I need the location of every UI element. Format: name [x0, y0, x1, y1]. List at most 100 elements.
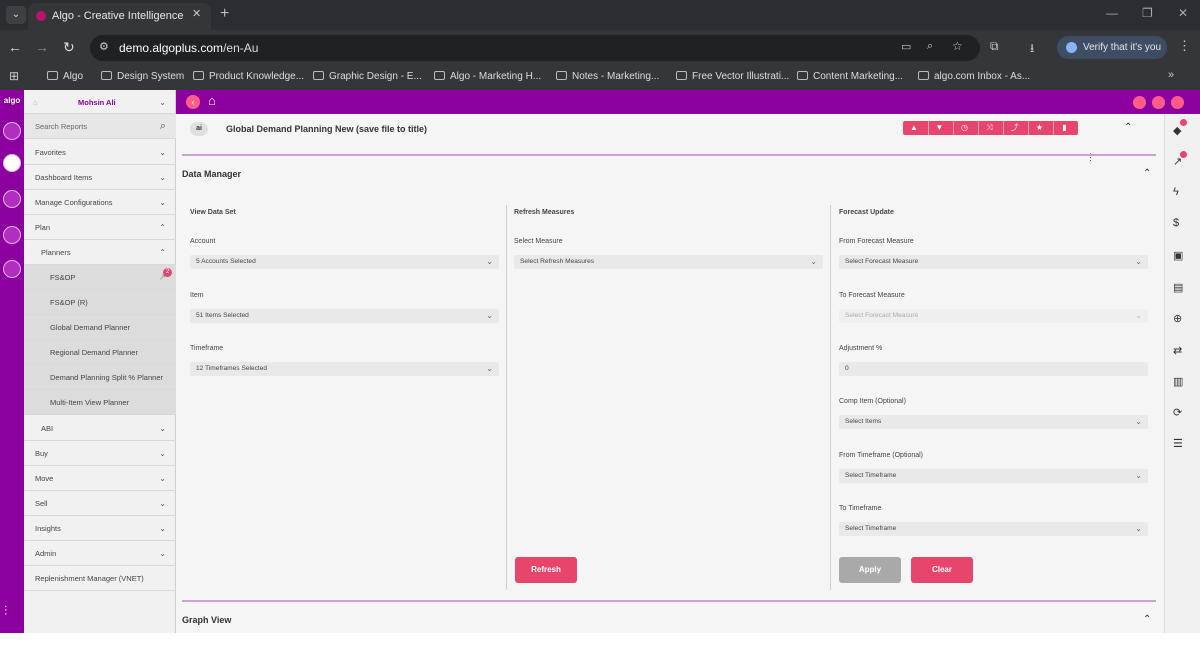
- transfer-icon[interactable]: ⇄: [1173, 344, 1182, 357]
- timeframe-select[interactable]: 12 Timeframes Selected ⌄: [190, 362, 499, 376]
- forecast-update-heading: Forecast Update: [839, 209, 894, 216]
- sidebar-item-manage-configurations[interactable]: Manage Configurations ⌄: [24, 190, 176, 215]
- browser-menu-icon[interactable]: ⋮: [1178, 38, 1191, 54]
- list-icon[interactable]: ☰: [1173, 437, 1183, 450]
- chat-icon[interactable]: [1171, 96, 1184, 109]
- sync-icon[interactable]: ⟳: [1173, 406, 1182, 419]
- star-icon[interactable]: ★: [1028, 121, 1050, 135]
- more-bookmarks-icon[interactable]: »: [1168, 69, 1174, 81]
- item-select[interactable]: 51 Items Selected ⌄: [190, 309, 499, 323]
- reload-icon[interactable]: ↻: [63, 39, 75, 56]
- restore-icon[interactable]: ❐: [1142, 6, 1153, 20]
- forward-icon[interactable]: →: [35, 39, 49, 55]
- bookmark-item[interactable]: Product Knowledge...: [193, 71, 304, 82]
- extensions-icon[interactable]: ⧉: [990, 39, 999, 54]
- bookmark-item[interactable]: Free Vector Illustrati...: [676, 71, 789, 82]
- sidebar-item-global-demand-planner[interactable]: Global Demand Planner: [24, 315, 176, 340]
- sidebar-item-replenishment-manager[interactable]: Replenishment Manager (VNET): [24, 566, 176, 591]
- sidebar-item-sell[interactable]: Sell ⌄: [24, 491, 176, 516]
- apps-grid-icon[interactable]: ⊞: [9, 69, 19, 83]
- sidebar-item-buy[interactable]: Buy ⌄: [24, 441, 176, 466]
- refresh-button[interactable]: Refresh: [515, 557, 577, 583]
- zoom-icon[interactable]: ⌕: [927, 40, 933, 53]
- thumbs-up-icon[interactable]: ▲: [903, 121, 925, 135]
- bookmark-star-icon[interactable]: ☆: [952, 39, 963, 53]
- algo-logo: algo: [3, 96, 21, 105]
- lightning-icon[interactable]: ϟ: [1173, 186, 1179, 198]
- sliders-icon[interactable]: ⫶: [4, 603, 7, 619]
- sidebar-item-insights[interactable]: Insights ⌄: [24, 516, 176, 541]
- refresh-measure-select[interactable]: Select Refresh Measures ⌄: [514, 255, 823, 269]
- save-icon[interactable]: ▣: [1173, 249, 1183, 262]
- thumbs-down-icon[interactable]: ▼: [928, 121, 950, 135]
- sidebar-item-favorites[interactable]: Favorites ⌄: [24, 140, 176, 165]
- sidebar-item-fsop-r[interactable]: FS&OP (R): [24, 290, 176, 315]
- document-icon[interactable]: ▤: [1173, 281, 1183, 294]
- sidebar-item-admin[interactable]: Admin ⌄: [24, 541, 176, 566]
- sidebar-item-plan[interactable]: Plan ⌃: [24, 215, 176, 240]
- to-forecast-measure-select[interactable]: Select Forecast Measure ⌄: [839, 309, 1148, 323]
- new-tab-icon[interactable]: +: [220, 5, 229, 23]
- from-timeframe-select[interactable]: Select Timeframe ⌄: [839, 469, 1148, 483]
- chevron-down-icon: ⌄: [486, 364, 493, 373]
- home-icon[interactable]: ⌂: [208, 93, 216, 108]
- bookmark-item[interactable]: Algo - Marketing H...: [434, 71, 541, 82]
- collapse-graph-view-icon[interactable]: ⌃: [1143, 614, 1151, 625]
- divider: [182, 154, 1156, 156]
- to-timeframe-select[interactable]: Select Timeframe ⌄: [839, 522, 1148, 536]
- sidebar-item-demand-split-planner[interactable]: Demand Planning Split % Planner: [24, 365, 176, 390]
- browser-tab[interactable]: Algo - Creative Intelligence: [28, 3, 211, 30]
- sidebar-item-fsop[interactable]: FS&OP ↗ 2: [24, 265, 176, 290]
- delete-icon[interactable]: ▮: [1053, 121, 1075, 135]
- dollar-icon[interactable]: $: [1173, 217, 1179, 229]
- share-icon[interactable]: ⤴: [1003, 121, 1025, 135]
- apply-button[interactable]: Apply: [839, 557, 901, 583]
- user-menu[interactable]: ⌂ Mohsin Ali ⌄: [24, 90, 176, 114]
- minimize-icon[interactable]: —: [1106, 6, 1118, 20]
- comp-item-select[interactable]: Select Items ⌄: [839, 415, 1148, 429]
- search-reports-input[interactable]: Search Reports ⌕: [24, 114, 176, 139]
- url-text[interactable]: demo.algoplus.com/en-Au: [119, 41, 258, 55]
- close-window-icon[interactable]: ✕: [1178, 6, 1188, 20]
- box-icon[interactable]: [3, 226, 21, 244]
- close-tab-icon[interactable]: ✕: [192, 7, 201, 20]
- download-icon[interactable]: ⭳: [1030, 39, 1034, 60]
- sidebar-item-regional-demand-planner[interactable]: Regional Demand Planner: [24, 340, 176, 365]
- sidebar-item-label: Planners: [41, 248, 71, 257]
- sidebar-item-dashboard-items[interactable]: Dashboard Items ⌄: [24, 165, 176, 190]
- collapse-data-manager-icon[interactable]: ⌃: [1143, 168, 1151, 179]
- notifications-icon[interactable]: ◆: [1173, 124, 1181, 137]
- collapse-report-icon[interactable]: ⌃: [1124, 122, 1132, 133]
- store-icon[interactable]: [3, 122, 21, 140]
- expand-icon[interactable]: [1133, 96, 1146, 109]
- sidebar-item-move[interactable]: Move ⌄: [24, 466, 176, 491]
- bookmark-item[interactable]: algo.com Inbox - As...: [918, 71, 1030, 82]
- sidebar-item-multi-item-view-planner[interactable]: Multi-Item View Planner: [24, 390, 176, 415]
- sidebar-item-label: Regional Demand Planner: [50, 348, 138, 357]
- dashboard-icon[interactable]: [3, 154, 21, 172]
- fullscreen-icon[interactable]: [1152, 96, 1165, 109]
- bookmark-item[interactable]: Notes - Marketing...: [556, 71, 659, 82]
- from-forecast-measure-select[interactable]: Select Forecast Measure ⌄: [839, 255, 1148, 269]
- history-icon[interactable]: ◷: [953, 121, 975, 135]
- bookmark-item[interactable]: Content Marketing...: [797, 71, 903, 82]
- calendar-icon[interactable]: [3, 260, 21, 278]
- collapse-sidebar-icon[interactable]: ‹: [186, 95, 200, 109]
- tab-search-button[interactable]: ⌄: [6, 6, 26, 24]
- account-select[interactable]: 5 Accounts Selected ⌄: [190, 255, 499, 269]
- report-icon[interactable]: ▥: [1173, 375, 1183, 388]
- truck-icon[interactable]: [3, 190, 21, 208]
- target-icon[interactable]: ⊕: [1173, 312, 1182, 325]
- adjustment-input[interactable]: 0: [839, 362, 1148, 376]
- bookmark-item[interactable]: Design System: [101, 71, 184, 82]
- install-app-icon[interactable]: ▭: [901, 40, 911, 53]
- bookmark-item[interactable]: Algo: [47, 71, 83, 82]
- site-settings-icon[interactable]: ⚙: [99, 40, 109, 53]
- chevron-down-icon: ⌄: [486, 257, 493, 266]
- back-icon[interactable]: ←: [8, 39, 22, 55]
- shuffle-icon[interactable]: ⤨: [978, 121, 1000, 135]
- sidebar-item-abi[interactable]: ABI ⌄: [24, 416, 176, 441]
- sidebar-item-planners[interactable]: Planners ⌃: [24, 240, 176, 265]
- bookmark-item[interactable]: Graphic Design - E...: [313, 71, 422, 82]
- clear-button[interactable]: Clear: [911, 557, 973, 583]
